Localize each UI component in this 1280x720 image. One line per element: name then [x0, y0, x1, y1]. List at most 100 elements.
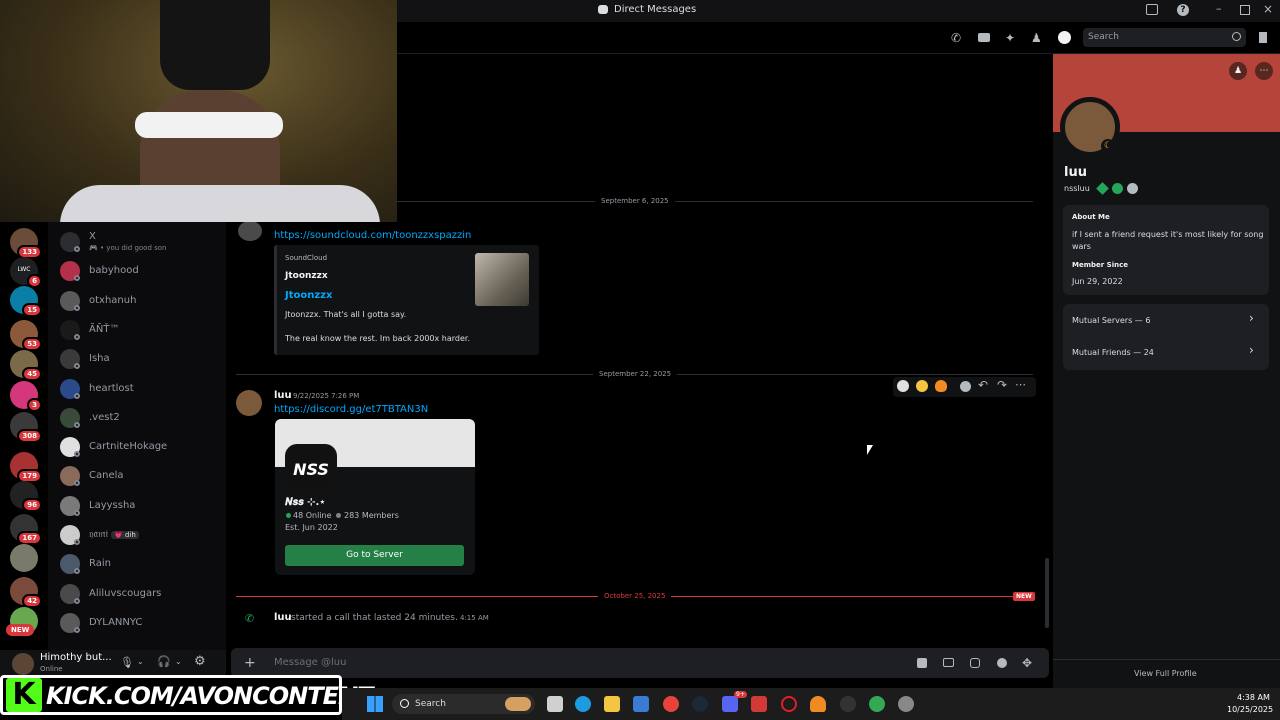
server-icon[interactable]: 167 [10, 514, 42, 545]
edge-icon[interactable] [575, 696, 591, 712]
mutual-servers-row[interactable]: Mutual Servers — 6 › [1063, 306, 1269, 334]
dm-name-text: Rain [89, 558, 111, 570]
dm-item[interactable]: ÃÑŤ™ [58, 318, 218, 344]
dm-item[interactable]: Aliluvscougars [58, 582, 218, 608]
dm-name-text: X [89, 231, 96, 242]
file-explorer-icon[interactable] [604, 696, 620, 712]
server-icon[interactable]: 179 [10, 452, 42, 483]
dm-item[interactable]: Canela [58, 464, 218, 490]
dm-item[interactable]: CartniteHokage [58, 435, 218, 461]
pin-icon[interactable]: ✦ [1005, 31, 1015, 45]
server-icon[interactable]: 96 [10, 481, 42, 512]
forward-icon[interactable]: ↷ [997, 378, 1007, 392]
store-icon[interactable] [633, 696, 649, 712]
help-icon[interactable]: ? [1177, 4, 1189, 16]
server-icon[interactable]: 53 [10, 320, 42, 351]
embed-author[interactable]: Jtoonzzx [285, 271, 328, 281]
message-author[interactable]: luu [274, 390, 292, 401]
message-link[interactable]: https://discord.gg/et7TBTAN3N [274, 404, 428, 415]
user-name[interactable]: Himothy but... [40, 652, 112, 663]
add-attachment-icon[interactable]: + [244, 655, 256, 671]
server-icon[interactable]: 3 [10, 381, 42, 412]
server-icon[interactable]: 133 [10, 228, 42, 259]
chrome-icon[interactable] [869, 696, 885, 712]
server-icon[interactable]: 308 [10, 412, 42, 443]
gift-icon[interactable] [917, 658, 927, 668]
server-icon[interactable]: 15 [10, 286, 42, 317]
user-avatar[interactable] [12, 653, 34, 675]
dm-item[interactable]: Layyssha [58, 494, 218, 520]
emoji-icon[interactable] [997, 658, 1007, 668]
settings-app-icon[interactable] [898, 696, 914, 712]
server-icon[interactable]: 45 [10, 350, 42, 381]
crying-reaction-icon[interactable] [916, 380, 928, 392]
dm-item[interactable]: 𝔶𝔞𝔪𝔦 💗 dih [58, 523, 218, 549]
embed-title[interactable]: Jtoonzzx [285, 290, 332, 301]
server-icon[interactable]: 42 [10, 577, 42, 608]
dm-item[interactable]: DYLANNYC [58, 611, 218, 637]
maximize-icon[interactable] [1240, 5, 1250, 15]
reply-icon[interactable]: ↶ [978, 378, 988, 392]
opera-icon[interactable] [781, 696, 797, 712]
server-icon[interactable] [10, 544, 38, 572]
embed-thumbnail[interactable] [475, 253, 529, 306]
discord-taskbar-icon[interactable] [722, 696, 738, 712]
more-options-icon[interactable]: ⋯ [1015, 378, 1026, 391]
about-text: if I sent a friend request it's most lik… [1072, 230, 1264, 251]
online-dot-icon [286, 513, 291, 518]
dm-item[interactable]: heartlost [58, 377, 218, 403]
add-reaction-icon[interactable] [960, 381, 971, 392]
badge-icon [1127, 183, 1138, 194]
user-profile-icon[interactable] [1058, 31, 1071, 44]
inbox-bookmark-icon[interactable] [1259, 32, 1267, 43]
call-author[interactable]: luu [274, 612, 292, 623]
message-link[interactable]: https://soundcloud.com/toonzzxspazzin [274, 230, 471, 241]
chevron-down-icon[interactable]: ⌄ [175, 657, 182, 666]
voice-call-icon[interactable]: ✆ [951, 31, 961, 45]
skull-reaction-icon[interactable] [897, 380, 909, 392]
dm-item[interactable]: .vest2 [58, 406, 218, 432]
discord-icon [598, 5, 608, 14]
video-call-icon[interactable] [978, 33, 990, 42]
headphones-icon[interactable]: 🎧 [157, 655, 171, 668]
microphone-icon[interactable]: 🎙 [120, 656, 134, 669]
server-icon[interactable]: LWC 6 [10, 257, 42, 288]
message-input[interactable]: Message @luu [274, 657, 346, 668]
chevron-down-icon[interactable]: ⌄ [137, 657, 144, 666]
inbox-icon[interactable] [1146, 4, 1158, 15]
gear-icon[interactable]: ⚙ [194, 654, 206, 669]
dm-name-text: ÃÑŤ™ [89, 323, 120, 335]
add-friend-icon[interactable]: ♟ [1229, 62, 1247, 80]
profile-more-icon[interactable]: ⋯ [1255, 62, 1273, 80]
status-dot-icon [74, 568, 80, 575]
add-friends-icon[interactable]: ♟ [1031, 31, 1042, 45]
go-to-server-button[interactable]: Go to Server [285, 545, 464, 566]
author-avatar[interactable] [236, 390, 262, 416]
apps-icon[interactable]: ✥ [1022, 656, 1032, 670]
mouse-cursor [867, 445, 873, 455]
dm-name: DYLANNYC [89, 617, 142, 628]
chrome-icon[interactable] [663, 696, 679, 712]
fl-studio-icon[interactable] [810, 696, 826, 712]
taskbar-time[interactable]: 4:38 AM [1237, 693, 1270, 702]
obs-app-icon[interactable] [840, 696, 856, 712]
taskbar-date[interactable]: 10/25/2025 [1227, 705, 1273, 714]
chat-scrollbar[interactable] [1045, 558, 1049, 628]
windows-start-icon[interactable] [367, 696, 383, 712]
media-app-icon[interactable] [751, 696, 767, 712]
task-view-icon[interactable] [547, 696, 563, 712]
dm-item[interactable]: babyhood [58, 259, 218, 285]
dm-item[interactable]: Rain [58, 552, 218, 578]
steam-icon[interactable] [692, 696, 708, 712]
sticker-icon[interactable] [970, 658, 980, 668]
minimize-icon[interactable]: – [1216, 2, 1222, 15]
mutual-friends-row[interactable]: Mutual Friends — 24 › [1063, 338, 1269, 366]
close-icon[interactable]: × [1263, 2, 1273, 16]
view-full-profile-link[interactable]: View Full Profile [1134, 669, 1197, 678]
dm-item[interactable]: X 🎮 • you did good son [58, 230, 218, 256]
gif-icon[interactable] [943, 658, 954, 667]
dm-item[interactable]: Isha [58, 347, 218, 373]
author-avatar[interactable] [238, 221, 262, 241]
fire-reaction-icon[interactable] [935, 380, 947, 392]
dm-item[interactable]: otxhanuh [58, 289, 218, 315]
